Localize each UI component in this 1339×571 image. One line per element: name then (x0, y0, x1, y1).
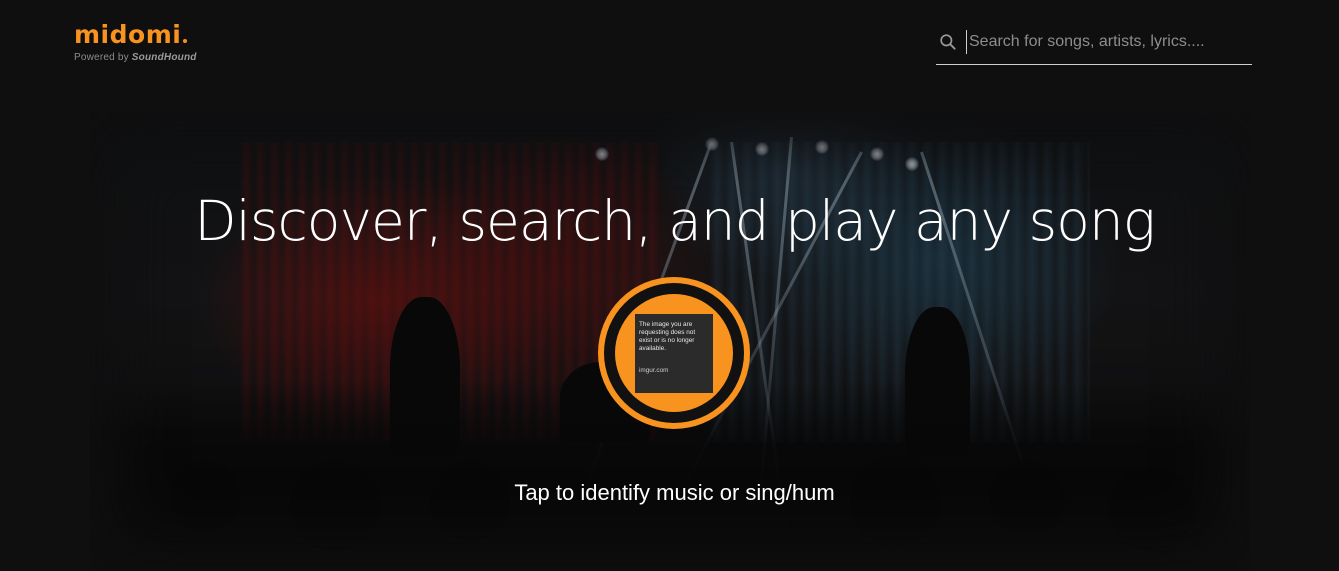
logo-wordmark: midomi (74, 20, 182, 49)
placeholder-source: imgur.com (639, 367, 669, 374)
powered-by-prefix: Powered by (74, 52, 129, 63)
listen-button[interactable]: The image you are requesting does not ex… (598, 277, 750, 429)
search-input[interactable] (966, 30, 1249, 54)
hero-headline: Discover, search, and play any song (194, 189, 1155, 253)
search-icon[interactable] (938, 32, 958, 52)
search-bar (936, 28, 1252, 65)
identify-prompt: Tap to identify music or sing/hum (514, 480, 835, 505)
powered-by-brand: SoundHound (131, 52, 197, 63)
broken-image-placeholder-icon: The image you are requesting does not ex… (635, 314, 713, 393)
midomi-logo[interactable]: midomi Powered by SoundHound (74, 20, 197, 64)
logo-dot (183, 39, 188, 43)
placeholder-message: The image you are requesting does not ex… (639, 321, 696, 352)
page: midomi Powered by SoundHound Search for … (0, 0, 1339, 571)
powered-by-label: Powered by SoundHound (74, 52, 197, 63)
